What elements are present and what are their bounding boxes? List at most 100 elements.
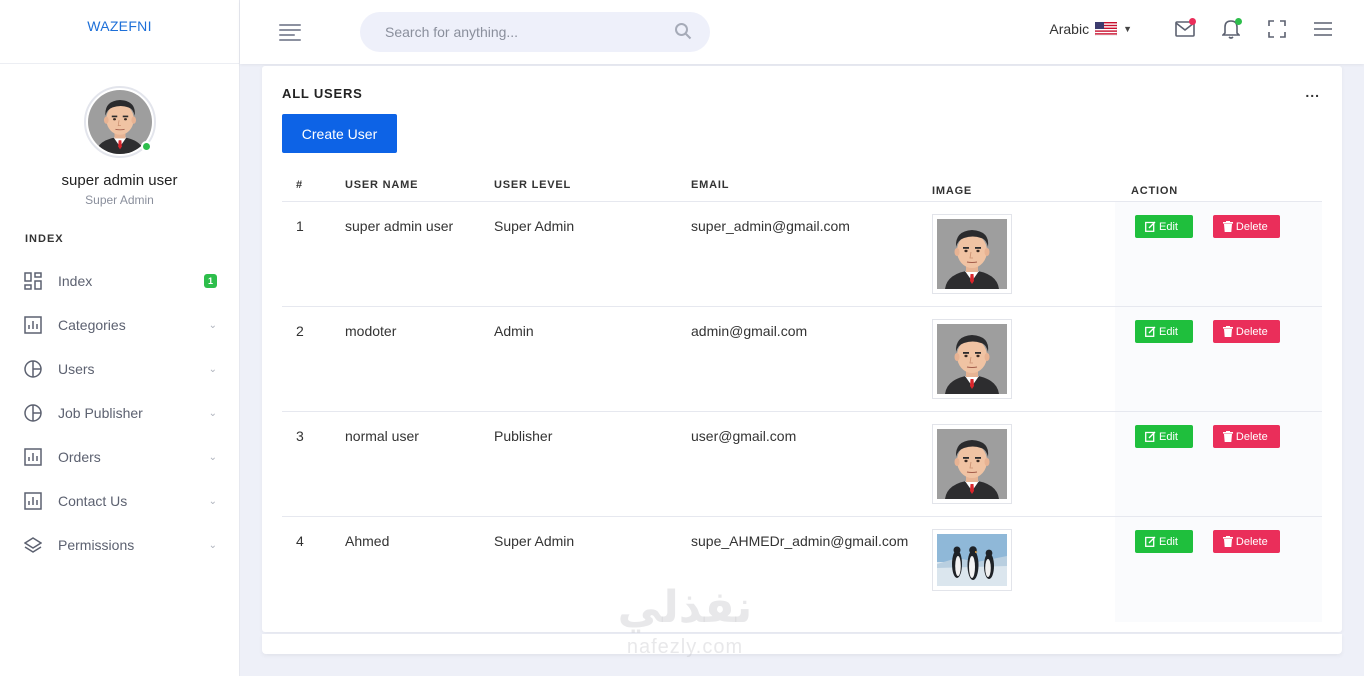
users-table: # USER NAME USER LEVEL EMAIL IMAGE ACTIO… xyxy=(282,172,1322,622)
card-title: ALL USERS xyxy=(282,86,363,101)
search-input[interactable] xyxy=(385,24,674,40)
chevron-down-icon: ⌄ xyxy=(208,407,217,419)
chevron-down-icon: ⌄ xyxy=(208,539,217,551)
row-user-level: Super Admin xyxy=(494,533,575,549)
online-status-dot xyxy=(140,141,152,152)
sidebar-item-label: Permissions xyxy=(58,537,135,553)
delete-button[interactable]: Delete xyxy=(1212,530,1280,553)
fullscreen-button[interactable] xyxy=(1266,18,1288,40)
table-row: 2 modoter Admin admin@gmail.com Edit Del… xyxy=(282,306,1322,412)
table-row: 3 normal user Publisher user@gmail.com E… xyxy=(282,411,1322,517)
table-header-row: # USER NAME USER LEVEL EMAIL IMAGE ACTIO… xyxy=(282,172,1322,202)
chevron-down-icon: ⌄ xyxy=(208,319,217,331)
user-avatar-icon xyxy=(937,429,1007,499)
edit-icon xyxy=(1145,536,1156,547)
row-email: admin@gmail.com xyxy=(691,306,932,412)
edit-icon xyxy=(1145,221,1156,232)
sidebar-item-users[interactable]: Users ⌄ xyxy=(0,347,239,391)
chart-icon xyxy=(24,492,42,510)
fullscreen-icon xyxy=(1268,20,1286,38)
sidebar-item-label: Index xyxy=(58,273,93,289)
delete-button[interactable]: Delete xyxy=(1212,425,1280,448)
language-selector[interactable]: Arabic ▼ xyxy=(1049,21,1132,37)
topbar: Arabic ▼ xyxy=(240,0,1364,64)
sidebar-toggle-button[interactable] xyxy=(279,24,301,41)
sidebar-item-permissions[interactable]: Permissions ⌄ xyxy=(0,523,239,567)
row-email: super_admin@gmail.com xyxy=(691,201,932,307)
search-bar xyxy=(360,12,710,52)
penguins-photo-icon xyxy=(937,534,1007,586)
brand-logo[interactable]: WAZEFNI xyxy=(0,0,239,64)
row-email: user@gmail.com xyxy=(691,411,932,517)
row-num: 1 xyxy=(282,201,345,307)
bell-notification-dot xyxy=(1235,18,1242,25)
card-options-button[interactable]: ... xyxy=(1305,84,1320,100)
menu-button[interactable] xyxy=(1312,18,1334,40)
row-num: 2 xyxy=(282,306,345,412)
table-row: 4 Ahmed Super Admin supe_AHMEDr_admin@gm… xyxy=(282,516,1322,622)
sidebar-item-job-publisher[interactable]: Job Publisher ⌄ xyxy=(0,391,239,435)
dashboard-icon xyxy=(24,272,42,290)
header-image: IMAGE xyxy=(932,172,1115,202)
messages-button[interactable] xyxy=(1174,18,1196,40)
row-num: 3 xyxy=(282,411,345,517)
card-footer xyxy=(262,634,1342,654)
edit-button[interactable]: Edit xyxy=(1135,425,1193,448)
header-action: ACTION xyxy=(1115,172,1322,202)
trash-icon xyxy=(1222,431,1233,442)
sidebar-nav: Index 1 Categories ⌄ Users ⌄ Job Publish… xyxy=(0,259,239,567)
header-email: EMAIL xyxy=(691,172,932,202)
profile-block: super admin user Super Admin xyxy=(0,64,239,207)
search-icon[interactable] xyxy=(674,22,692,43)
chevron-down-icon: ⌄ xyxy=(208,451,217,463)
topbar-actions: Arabic ▼ xyxy=(1049,18,1334,40)
delete-button[interactable]: Delete xyxy=(1212,215,1280,238)
trash-icon xyxy=(1222,536,1233,547)
create-user-button[interactable]: Create User xyxy=(282,114,397,153)
header-num: # xyxy=(282,172,345,202)
row-user-name: normal user xyxy=(345,411,494,517)
user-image xyxy=(932,529,1012,591)
row-num: 4 xyxy=(296,533,304,549)
edit-button[interactable]: Edit xyxy=(1135,215,1193,238)
avatar[interactable] xyxy=(83,86,156,158)
sidebar-item-label: Job Publisher xyxy=(58,405,143,421)
row-user-level: Admin xyxy=(494,306,691,412)
header-user-name: USER NAME xyxy=(345,172,494,202)
edit-icon xyxy=(1145,326,1156,337)
chart-icon xyxy=(24,448,42,466)
header-user-level: USER LEVEL xyxy=(494,172,691,202)
delete-button[interactable]: Delete xyxy=(1212,320,1280,343)
row-user-name: Ahmed xyxy=(345,533,390,549)
sidebar-item-orders[interactable]: Orders ⌄ xyxy=(0,435,239,479)
profile-role: Super Admin xyxy=(85,193,154,207)
trash-icon xyxy=(1222,221,1233,232)
edit-icon xyxy=(1145,431,1156,442)
user-avatar-icon xyxy=(937,324,1007,394)
table-row: 1 super admin user Super Admin super_adm… xyxy=(282,201,1322,307)
layers-icon xyxy=(24,536,42,554)
pie-icon xyxy=(24,360,42,378)
sidebar-item-categories[interactable]: Categories ⌄ xyxy=(0,303,239,347)
chart-icon xyxy=(24,316,42,334)
edit-button[interactable]: Edit xyxy=(1135,320,1193,343)
sidebar-item-label: Orders xyxy=(58,449,101,465)
user-image xyxy=(932,214,1012,294)
sidebar-item-label: Users xyxy=(58,361,95,377)
chevron-down-icon: ⌄ xyxy=(208,495,217,507)
user-image xyxy=(932,424,1012,504)
sidebar-item-contact-us[interactable]: Contact Us ⌄ xyxy=(0,479,239,523)
row-user-name: modoter xyxy=(345,306,494,412)
sidebar-item-label: Contact Us xyxy=(58,493,128,509)
sidebar: WAZEFNI super admin user Super Admin IND… xyxy=(0,0,240,676)
caret-down-icon: ▼ xyxy=(1123,24,1132,34)
sidebar-item-index[interactable]: Index 1 xyxy=(0,259,239,303)
edit-button[interactable]: Edit xyxy=(1135,530,1193,553)
notifications-button[interactable] xyxy=(1220,18,1242,40)
user-image xyxy=(932,319,1012,399)
chevron-down-icon: ⌄ xyxy=(208,363,217,375)
mail-notification-dot xyxy=(1189,18,1196,25)
row-user-level: Publisher xyxy=(494,411,691,517)
hamburger-icon xyxy=(1314,22,1332,36)
index-count-badge: 1 xyxy=(203,274,217,288)
